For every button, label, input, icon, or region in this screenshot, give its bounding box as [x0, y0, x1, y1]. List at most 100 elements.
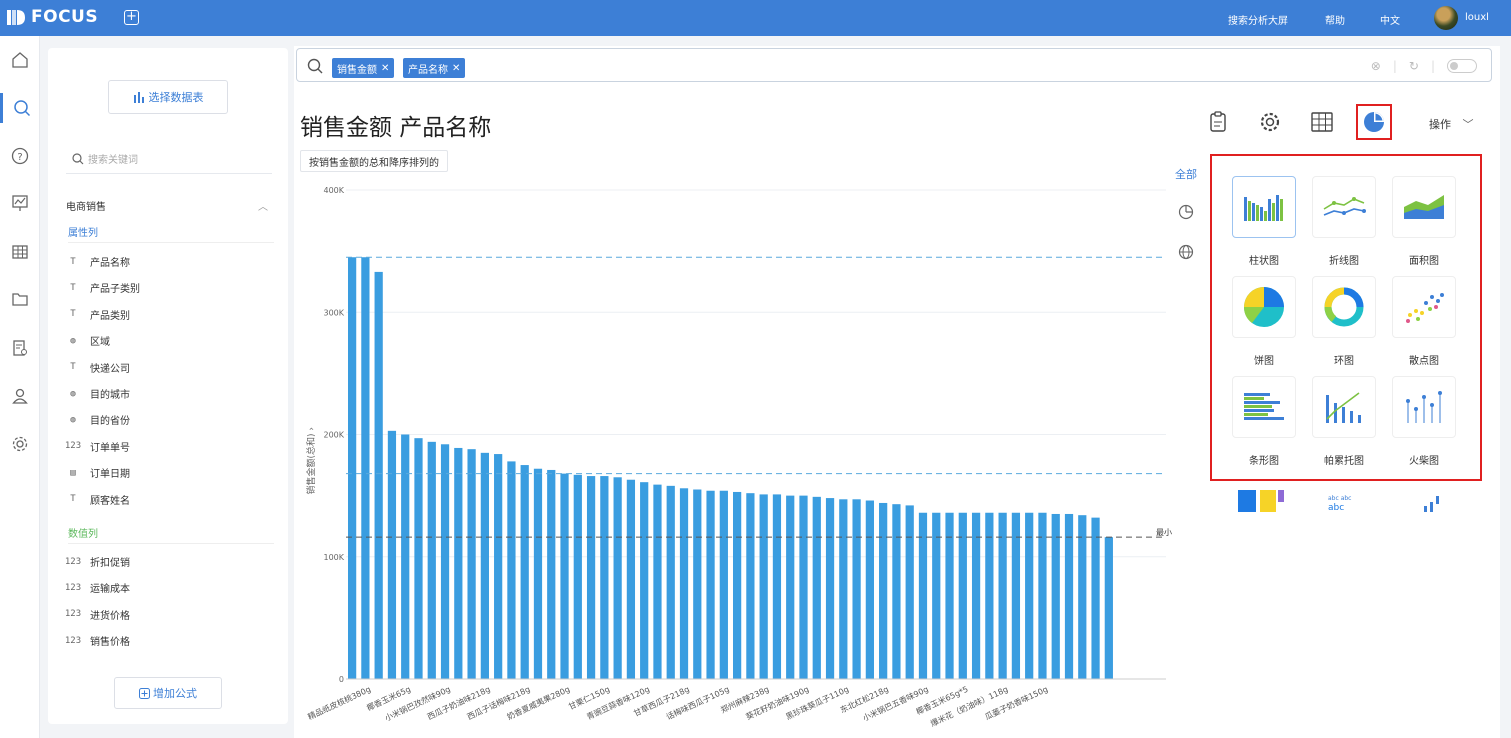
x-tick-label: 精品纸皮核桃380g [306, 684, 372, 722]
chart-type-scatter[interactable]: 散点图 [1384, 276, 1464, 371]
tab-all[interactable]: 全部 [1166, 166, 1206, 182]
bar [772, 494, 782, 679]
add-formula-label: 增加公式 [153, 687, 197, 700]
bar [427, 441, 436, 679]
search-bar[interactable]: 销售金额 ✕ 产品名称 ✕ ⊗ | ↻ | [296, 48, 1492, 82]
focus-logo[interactable]: FOCUS [6, 7, 98, 27]
horizontal-bar-icon [1232, 376, 1296, 438]
attribute-section-label: 属性列 [68, 224, 274, 243]
chart-type-pie[interactable]: 饼图 [1224, 276, 1304, 371]
chart-type-area[interactable]: 面积图 [1384, 176, 1464, 271]
column-label: 目的省份 [90, 416, 130, 428]
column-item[interactable]: T 快递公司 [64, 360, 130, 375]
username[interactable]: louxl [1465, 12, 1489, 23]
search-chip-sales[interactable]: 销售金额 ✕ [332, 58, 395, 78]
help-circle-icon[interactable]: ? [0, 141, 40, 171]
sales-bar-chart: 0 100K 200K 300K 400K 销售金额(总和) › 最小 116.02K 精品纸… [305, 186, 1174, 728]
column-item[interactable]: T 顾客姓名 [64, 492, 130, 507]
column-label: 进货价格 [90, 610, 130, 622]
bar [706, 490, 715, 679]
home-icon[interactable] [0, 45, 40, 75]
keyword-search[interactable]: 搜索关键词 [66, 144, 272, 174]
globe-icon: ◍ [70, 335, 76, 346]
bar [733, 491, 742, 679]
column-item[interactable]: 123 进货价格 [64, 607, 130, 622]
number-col-icon: 123 [64, 556, 82, 567]
text-col-icon: T [70, 362, 76, 373]
operations-menu[interactable]: 操作 ﹀ [1429, 116, 1474, 132]
table-view-icon[interactable] [1308, 108, 1336, 136]
chart-type-donut[interactable]: 环图 [1304, 276, 1384, 371]
chart-type-label: 火柴图 [1409, 456, 1439, 467]
chart-type-line[interactable]: 折线图 [1304, 176, 1384, 271]
pie-chart-icon [1364, 112, 1384, 132]
gear-icon[interactable] [1256, 108, 1284, 136]
text-col-icon: T [70, 282, 76, 293]
add-formula-button[interactable]: 增加公式 [114, 677, 222, 709]
word-cloud-thumb[interactable]: abc abc [1328, 495, 1351, 502]
sort-tag[interactable]: 按销售金额的总和降序排列的 [300, 150, 448, 172]
search-chip-product[interactable]: 产品名称 ✕ [403, 58, 466, 78]
bar [626, 479, 636, 679]
clipboard-icon[interactable] [1204, 108, 1232, 136]
column-item[interactable]: ◍ 区域 [64, 333, 110, 349]
logo-mark-icon [7, 10, 25, 25]
column-item[interactable]: T 产品类别 [64, 307, 130, 322]
column-item[interactable]: ◍ 目的城市 [64, 386, 130, 402]
column-item[interactable]: T 产品子类别 [64, 280, 140, 296]
dashboard-link[interactable]: 搜索分析大屏 [1228, 12, 1288, 27]
column-item[interactable]: 123 折扣促销 [64, 554, 130, 570]
user-icon[interactable] [0, 381, 40, 411]
bar [467, 449, 476, 679]
bar [653, 484, 662, 679]
plus-box-icon [139, 687, 150, 699]
globe-icon: ◍ [70, 388, 76, 399]
new-tab-button[interactable]: + [124, 10, 139, 25]
toggle-switch[interactable] [1447, 59, 1477, 73]
select-table-button[interactable]: 选择数据表 [108, 80, 228, 114]
chart-type-pareto[interactable]: 帕累托图 [1304, 376, 1384, 471]
refresh-icon[interactable]: ↻ [1409, 59, 1419, 73]
calendar-icon: ▤ [70, 467, 76, 478]
close-icon[interactable]: ✕ [381, 63, 389, 74]
bar [507, 461, 516, 679]
table-group-title[interactable]: 电商销售 [66, 198, 106, 213]
column-label: 顾客姓名 [90, 495, 130, 507]
chart-type-horizontal-bar[interactable]: 条形图 [1224, 376, 1304, 471]
chart-type-button[interactable] [1356, 104, 1392, 140]
column-item[interactable]: 123 销售价格 [64, 633, 130, 649]
language-switch[interactable]: 中文 [1380, 12, 1400, 27]
column-item[interactable]: ▤ 订单日期 [64, 465, 130, 481]
chart-type-bar[interactable]: 柱状图 [1224, 176, 1304, 271]
data-settings-icon[interactable] [0, 333, 40, 363]
search-icon[interactable] [0, 93, 40, 123]
help-link[interactable]: 帮助 [1325, 12, 1345, 27]
bar [759, 494, 768, 679]
folder-icon[interactable] [0, 284, 40, 314]
select-table-label: 选择数据表 [148, 91, 204, 104]
board-icon[interactable] [0, 188, 40, 218]
chevron-up-icon[interactable]: ︿ [258, 198, 268, 213]
search-icon [72, 152, 84, 164]
globe-icon: ◍ [70, 414, 76, 425]
chart-type-tabs: 全部 [1166, 152, 1206, 492]
table-icon[interactable] [0, 237, 40, 267]
clear-circle-icon[interactable]: ⊗ [1371, 59, 1381, 73]
avatar[interactable] [1434, 6, 1458, 30]
column-item[interactable]: T 产品名称 [64, 254, 130, 270]
column-item[interactable]: ◍ 目的省份 [64, 412, 130, 428]
column-item[interactable]: 123 运输成本 [64, 580, 130, 596]
column-label: 目的城市 [90, 390, 130, 401]
bar [905, 505, 914, 679]
chart-type-lollipop[interactable]: 火柴图 [1384, 376, 1464, 471]
treemap-thumb[interactable] [1238, 490, 1256, 512]
column-item[interactable]: 123 订单单号 [64, 439, 130, 454]
tab-map-globe-icon[interactable] [1166, 244, 1206, 263]
gear-icon[interactable] [0, 429, 40, 459]
close-icon[interactable]: ✕ [452, 63, 460, 74]
y-tick-label: 300K [323, 308, 344, 317]
bar [374, 271, 383, 679]
tab-pie-icon[interactable] [1166, 204, 1206, 223]
chevron-down-icon: ﹀ [1462, 118, 1474, 131]
column-label: 区域 [90, 337, 110, 349]
